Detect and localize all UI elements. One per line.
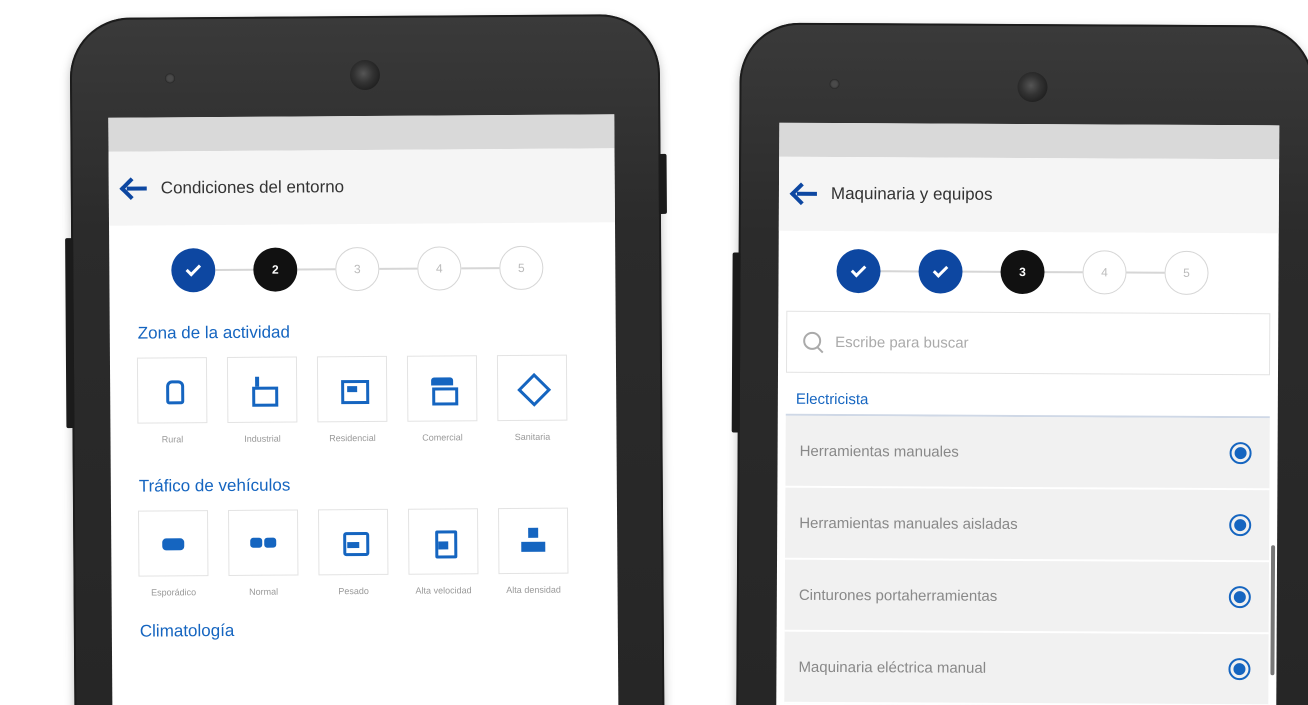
tile-label: Normal bbox=[249, 586, 279, 597]
front-camera bbox=[349, 59, 381, 91]
tile-pesado[interactable]: Pesado bbox=[317, 508, 390, 599]
search-placeholder: Escribe para buscar bbox=[835, 333, 969, 352]
step-connector bbox=[1044, 271, 1083, 274]
step-4[interactable]: 4 bbox=[417, 246, 462, 291]
step-connector bbox=[962, 270, 1001, 273]
category-header: Electricista bbox=[785, 372, 1270, 419]
power-button bbox=[658, 153, 667, 214]
radio-icon[interactable] bbox=[1229, 514, 1252, 537]
rural-icon bbox=[159, 377, 185, 403]
list-item[interactable]: Maquinaria eléctrica manual bbox=[784, 631, 1269, 705]
radio-icon[interactable] bbox=[1228, 586, 1251, 609]
status-bar bbox=[779, 122, 1280, 160]
tile-alta-velocidad[interactable]: Alta velocidad bbox=[407, 508, 480, 598]
tile-rural[interactable]: Rural bbox=[136, 357, 209, 447]
tile-label: Comercial bbox=[422, 432, 463, 443]
volume-button bbox=[65, 238, 75, 429]
status-bar bbox=[108, 114, 615, 152]
screen-condiciones: Condiciones del entorno 2 3 4 5 Zona de … bbox=[108, 114, 619, 705]
page-title: Condiciones del entorno bbox=[160, 177, 345, 198]
step-3[interactable]: 3 bbox=[335, 246, 380, 292]
list-item[interactable]: Cinturones portaherramientas bbox=[784, 559, 1270, 635]
step-connector bbox=[379, 267, 418, 270]
step-2-done[interactable] bbox=[918, 249, 963, 294]
comercial-icon bbox=[429, 375, 455, 401]
traffic-stack-icon bbox=[520, 528, 546, 554]
radio-icon[interactable] bbox=[1229, 442, 1252, 465]
step-1-done[interactable] bbox=[836, 249, 881, 294]
tile-label: Rural bbox=[161, 434, 184, 445]
front-camera bbox=[1017, 71, 1048, 103]
list-item[interactable]: Herramientas manuales aisladas bbox=[785, 487, 1270, 563]
sensor-dot bbox=[164, 73, 176, 84]
tile-industrial[interactable]: Industrial bbox=[226, 356, 299, 446]
step-connector bbox=[880, 270, 919, 273]
stepper: 2 3 4 5 bbox=[109, 222, 616, 316]
residencial-icon bbox=[339, 376, 365, 402]
step-connector bbox=[461, 267, 500, 270]
step-4[interactable]: 4 bbox=[1082, 250, 1127, 295]
tile-label: Pesado bbox=[338, 585, 369, 597]
search-input[interactable]: Escribe para buscar bbox=[786, 310, 1271, 376]
step-5[interactable]: 5 bbox=[499, 245, 544, 291]
tile-normal[interactable]: Normal bbox=[227, 509, 300, 599]
step-connector bbox=[215, 269, 254, 271]
stepper: 3 4 5 bbox=[778, 231, 1278, 314]
zona-tile-row: Rural Industrial Residencial Comercial S… bbox=[110, 354, 617, 447]
car-icon bbox=[160, 530, 186, 556]
app-bar: Maquinaria y equipos bbox=[778, 156, 1280, 234]
tile-label: Residencial bbox=[329, 432, 376, 444]
check-icon bbox=[185, 261, 202, 277]
fast-car-icon bbox=[430, 528, 456, 554]
cars-icon bbox=[250, 530, 276, 556]
search-icon bbox=[801, 330, 825, 354]
tile-comercial[interactable]: Comercial bbox=[406, 355, 479, 445]
check-icon bbox=[932, 262, 949, 278]
sanitaria-icon bbox=[519, 375, 545, 401]
industrial-icon bbox=[249, 377, 275, 403]
back-arrow-icon[interactable] bbox=[791, 184, 819, 204]
page-title: Maquinaria y equipos bbox=[830, 183, 993, 204]
step-3-active[interactable]: 3 bbox=[1000, 249, 1045, 295]
radio-icon[interactable] bbox=[1228, 658, 1251, 681]
back-arrow-icon[interactable] bbox=[121, 179, 149, 199]
truck-icon bbox=[340, 529, 366, 555]
tile-label: Alta velocidad bbox=[415, 585, 472, 596]
app-bar: Condiciones del entorno bbox=[108, 148, 616, 226]
trafico-tile-row: Esporádico Normal Pesado Alta velocidad … bbox=[111, 507, 618, 600]
check-icon bbox=[850, 261, 867, 278]
phone-right: Maquinaria y equipos 3 4 5 Escribe para … bbox=[731, 22, 1308, 705]
tile-residencial[interactable]: Residencial bbox=[316, 355, 389, 446]
sensor-dot bbox=[829, 78, 840, 90]
list-item-label: Maquinaria eléctrica manual bbox=[798, 658, 987, 677]
screen-maquinaria: Maquinaria y equipos 3 4 5 Escribe para … bbox=[776, 122, 1280, 705]
step-connector bbox=[297, 268, 336, 271]
phone-left: Condiciones del entorno 2 3 4 5 Zona de … bbox=[65, 13, 667, 705]
tile-label: Alta densidad bbox=[506, 584, 561, 596]
tile-label: Industrial bbox=[244, 433, 281, 444]
tile-label: Esporádico bbox=[151, 587, 197, 598]
tile-esporadico[interactable]: Esporádico bbox=[137, 510, 210, 600]
step-2-active[interactable]: 2 bbox=[253, 247, 298, 292]
section-title-trafico: Tráfico de vehículos bbox=[138, 475, 291, 496]
section-title-zona: Zona de la actividad bbox=[137, 322, 290, 343]
list-item-label: Cinturones portaherramientas bbox=[798, 586, 998, 605]
volume-button bbox=[731, 252, 741, 433]
tile-sanitaria[interactable]: Sanitaria bbox=[496, 354, 569, 445]
tile-alta-densidad[interactable]: Alta densidad bbox=[497, 507, 570, 598]
step-1-done[interactable] bbox=[171, 248, 216, 293]
list-item-label: Herramientas manuales bbox=[799, 442, 959, 461]
section-title-clima: Climatología bbox=[139, 620, 235, 641]
list-item-label: Herramientas manuales aisladas bbox=[799, 514, 1018, 533]
step-5[interactable]: 5 bbox=[1164, 250, 1209, 295]
scrollbar[interactable] bbox=[1270, 545, 1276, 676]
list-item[interactable]: Herramientas manuales bbox=[785, 415, 1270, 491]
tile-label: Sanitaria bbox=[514, 431, 551, 442]
step-connector bbox=[1126, 271, 1165, 274]
